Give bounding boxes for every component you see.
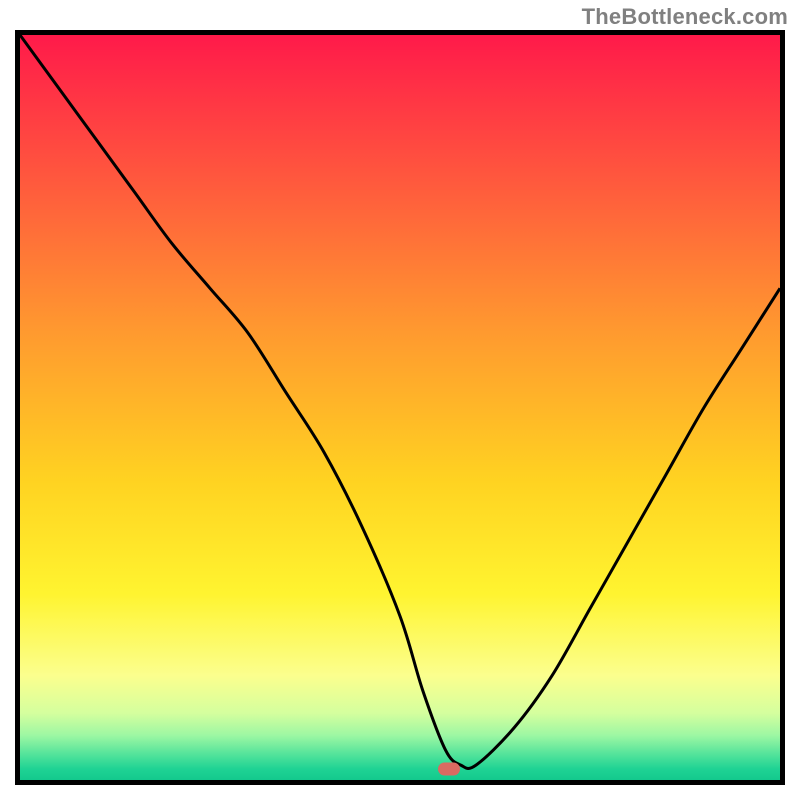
plot-svg	[20, 35, 780, 780]
gradient-background	[20, 35, 780, 780]
optimum-marker	[438, 762, 460, 775]
bottleneck-chart: TheBottleneck.com	[0, 0, 800, 800]
watermark-label: TheBottleneck.com	[582, 4, 788, 30]
plot-frame	[15, 30, 785, 785]
